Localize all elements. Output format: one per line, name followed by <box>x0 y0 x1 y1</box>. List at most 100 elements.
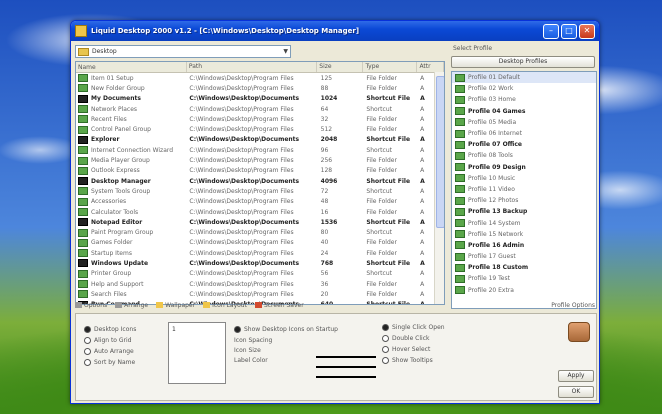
tab-item[interactable]: Icon Layout <box>203 302 247 309</box>
profile-icon <box>455 230 465 239</box>
table-row[interactable]: Search Files C:\Windows\Desktop\Program F… <box>76 289 444 299</box>
radio-option[interactable]: Sort by Name <box>84 357 136 368</box>
list-item[interactable]: Profile 11 Video <box>452 184 596 195</box>
profile-icon <box>455 263 465 272</box>
scrollbar-thumb[interactable] <box>436 76 444 228</box>
column-header[interactable]: Attr <box>417 62 444 72</box>
cell-size: 56 <box>320 270 329 278</box>
cell-path: C:\Windows\Desktop\Documents <box>189 95 300 103</box>
file-name: My Documents <box>91 95 141 103</box>
list-item[interactable]: Profile 01 Default <box>452 72 596 84</box>
profile-label: Profile 16 Admin <box>468 241 525 249</box>
list-item[interactable]: Profile 07 Office <box>452 139 596 150</box>
radio-option[interactable]: Auto Arrange <box>84 346 136 357</box>
file-list: Name Path Size Type Attr Item 01 Setup C:\Win… <box>75 61 445 305</box>
profiles-button[interactable]: Desktop Profiles <box>451 56 595 68</box>
title-bar[interactable]: Liquid Desktop 2000 v1.2 - [C:\Windows\D… <box>71 21 599 41</box>
tab-item[interactable]: Screen Saver <box>254 301 304 309</box>
list-item[interactable]: Profile 05 Media <box>452 117 596 128</box>
list-item[interactable]: Profile 19 Test <box>452 273 596 284</box>
list-item[interactable]: Profile 16 Admin <box>452 240 596 251</box>
table-row[interactable]: Calculator Tools C:\Windows\Desktop\Progr… <box>76 207 444 217</box>
list-item[interactable]: Profile 06 Internet <box>452 128 596 139</box>
list-item[interactable]: Profile 17 Guest <box>452 251 596 262</box>
list-item[interactable]: Profile 18 Custom <box>452 262 596 273</box>
show-icons-checkbox[interactable]: Show Desktop Icons on Startup <box>234 324 338 335</box>
click-options-group: Single Click Open Double Click Hover Selec… <box>382 322 445 366</box>
list-item[interactable]: Profile 08 Tools <box>452 150 596 161</box>
tab-item[interactable]: Options <box>75 302 107 309</box>
column-header[interactable]: Path <box>187 62 318 72</box>
close-button[interactable]: ✕ <box>579 23 595 39</box>
chevron-down-icon[interactable]: ▼ <box>283 48 288 55</box>
table-row[interactable]: Windows Update C:\Windows\Desktop\Documen… <box>76 258 444 268</box>
file-name: Recent Files <box>91 115 127 123</box>
cell-path: C:\Windows\Desktop\Program Files <box>189 167 294 175</box>
cell-path: C:\Windows\Desktop\Program Files <box>189 105 294 113</box>
table-row[interactable]: Notepad Editor C:\Windows\Desktop\Documen… <box>76 217 444 227</box>
list-item[interactable]: Profile 12 Photos <box>452 195 596 206</box>
table-row[interactable]: Network Places C:\Windows\Desktop\Program… <box>76 104 444 114</box>
tab-item[interactable]: Wallpaper <box>156 302 195 309</box>
radio-option[interactable]: Hover Select <box>382 344 445 355</box>
profile-icon <box>455 163 465 172</box>
cell-type: File Folder <box>366 115 397 123</box>
table-row[interactable]: Desktop Manager C:\Windows\Desktop\Docume… <box>76 176 444 186</box>
cell-type: File Folder <box>366 126 397 134</box>
cell-type: Shortcut File <box>366 95 411 103</box>
icon-size-label: Icon Size <box>234 346 261 354</box>
profile-label: Profile 12 Photos <box>468 197 519 205</box>
profile-label: Profile 06 Internet <box>468 130 522 138</box>
cell-size: 128 <box>320 167 333 175</box>
apply-button[interactable]: Apply <box>558 370 594 382</box>
column-header[interactable]: Name <box>76 62 187 72</box>
table-row[interactable]: Media Player Group C:\Windows\Desktop\Pro… <box>76 155 444 165</box>
table-row[interactable]: Explorer C:\Windows\Desktop\Documents 2048… <box>76 135 444 145</box>
table-row[interactable]: My Documents C:\Windows\Desktop\Documents… <box>76 94 444 104</box>
radio-option[interactable]: Align to Grid <box>84 335 136 346</box>
list-item[interactable]: Profile 20 Extra <box>452 285 596 296</box>
profile-icon <box>455 196 465 205</box>
radio-option[interactable]: Double Click <box>382 333 445 344</box>
table-row[interactable]: Control Panel Group C:\Windows\Desktop\Pr… <box>76 124 444 134</box>
maximize-button[interactable]: □ <box>561 23 577 39</box>
list-item[interactable]: Profile 03 Home <box>452 94 596 105</box>
cell-type: Shortcut File <box>366 177 411 185</box>
list-item[interactable]: Profile 13 Backup <box>452 206 596 217</box>
list-item[interactable]: Profile 09 Design <box>452 162 596 173</box>
list-item[interactable]: Profile 15 Network <box>452 229 596 240</box>
table-row[interactable]: Item 01 Setup C:\Windows\Desktop\Program … <box>76 73 444 83</box>
window-title: Liquid Desktop 2000 v1.2 - [C:\Windows\D… <box>91 27 360 35</box>
radio-option[interactable]: Show Tooltips <box>382 355 445 366</box>
file-list-scrollbar[interactable] <box>434 72 444 304</box>
table-row[interactable]: Games Folder C:\Windows\Desktop\Program F… <box>76 238 444 248</box>
radio-option[interactable]: Single Click Open <box>382 322 445 333</box>
table-row[interactable]: System Tools Group C:\Windows\Desktop\Pro… <box>76 186 444 196</box>
table-row[interactable]: Accessories C:\Windows\Desktop\Program Fi… <box>76 197 444 207</box>
column-header[interactable]: Size <box>317 62 364 72</box>
tab-item[interactable]: Arrange <box>115 302 148 309</box>
column-header[interactable]: Type <box>363 62 418 72</box>
radio-label: Sort by Name <box>94 359 136 366</box>
table-row[interactable]: Help and Support C:\Windows\Desktop\Progr… <box>76 279 444 289</box>
list-item[interactable]: Profile 10 Music <box>452 173 596 184</box>
table-row[interactable]: Startup Items C:\Windows\Desktop\Program … <box>76 248 444 258</box>
radio-option[interactable]: Desktop Icons <box>84 324 136 335</box>
path-combo[interactable]: Desktop ▼ <box>75 45 291 58</box>
list-item[interactable]: Profile 14 System <box>452 217 596 228</box>
table-row[interactable]: New Folder Group C:\Windows\Desktop\Progr… <box>76 83 444 93</box>
settings-icon <box>568 322 590 342</box>
list-item[interactable]: Profile 04 Games <box>452 106 596 117</box>
tab-label: Screen Saver <box>263 301 304 309</box>
minimize-button[interactable]: – <box>543 23 559 39</box>
radio-dot <box>382 324 389 331</box>
tab-profile-options[interactable]: Profile Options <box>551 302 595 309</box>
file-name: Explorer <box>91 136 120 144</box>
table-row[interactable]: Printer Group C:\Windows\Desktop\Program … <box>76 269 444 279</box>
table-row[interactable]: Recent Files C:\Windows\Desktop\Program F… <box>76 114 444 124</box>
ok-button[interactable]: OK <box>558 386 594 398</box>
table-row[interactable]: Outlook Express C:\Windows\Desktop\Progra… <box>76 166 444 176</box>
table-row[interactable]: Paint Program Group C:\Windows\Desktop\Pr… <box>76 227 444 237</box>
table-row[interactable]: Internet Connection Wizard C:\Windows\Des… <box>76 145 444 155</box>
list-item[interactable]: Profile 02 Work <box>452 83 596 94</box>
